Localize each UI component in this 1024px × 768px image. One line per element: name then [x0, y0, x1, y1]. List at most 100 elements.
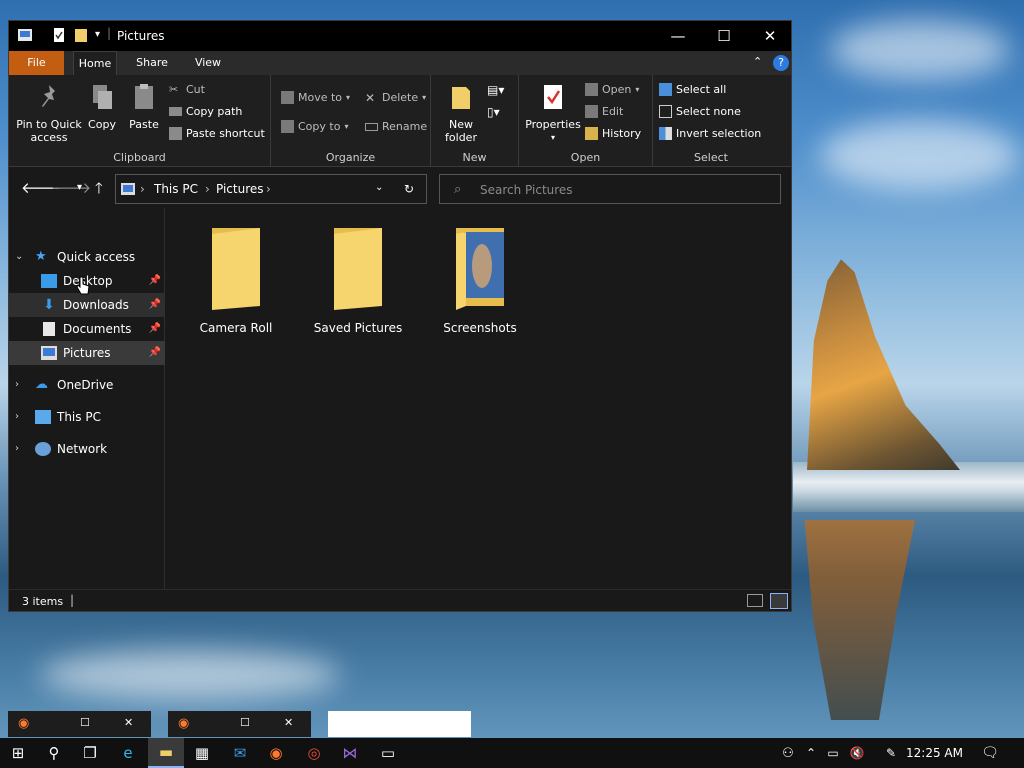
taskbar-preview-blank[interactable] [328, 711, 471, 737]
forward-arrow-icon[interactable]: 🡒 [51, 178, 91, 197]
delete-button[interactable]: ✕ Delete ▾ [365, 91, 426, 105]
pinned-icon: 📌 [148, 299, 161, 310]
properties-quick-icon[interactable] [51, 28, 67, 42]
file-explorer-icon[interactable]: ▬ [148, 738, 184, 768]
network-icon [35, 442, 51, 456]
details-view-icon[interactable] [747, 594, 763, 607]
history-button[interactable]: History [585, 127, 641, 140]
refresh-icon[interactable]: ↻ [404, 182, 414, 196]
search-box[interactable]: ⌕ Search Pictures [439, 174, 781, 204]
ribbon-tabs: File Home Share View ⌃ ? [9, 51, 791, 75]
taskbar-preview-firefox-2[interactable]: ◉ ☐ ✕ [168, 711, 311, 737]
scissors-icon: ✂ [169, 83, 179, 96]
maximize-button[interactable]: ☐ [701, 21, 747, 51]
select-none-icon [659, 105, 672, 118]
tab-home[interactable]: Home [73, 51, 117, 75]
show-hidden-icons-chevron-icon[interactable]: ⌃ [800, 738, 822, 768]
breadcrumb-this-pc[interactable]: This PC [154, 182, 198, 196]
expanded-chevron-icon: ⌄ [15, 251, 24, 262]
invert-selection-button[interactable]: Invert selection [659, 127, 761, 140]
firefox-icon[interactable]: ◉ [258, 738, 294, 768]
up-arrow-icon[interactable]: 🡑 [95, 178, 103, 203]
breadcrumb-pictures[interactable]: Pictures [216, 182, 264, 196]
folder-item[interactable]: Screenshots [425, 226, 535, 335]
edit-button[interactable]: Edit [585, 105, 623, 118]
copy-path-button[interactable]: Copy path [169, 105, 242, 118]
select-none-button[interactable]: Select none [659, 105, 741, 118]
volume-muted-icon[interactable]: 🔇 [846, 738, 868, 768]
open-button[interactable]: Open ▾ [585, 83, 639, 96]
nav-item-quick-access[interactable]: ⌄ ★ Quick access [9, 245, 165, 269]
copy-button[interactable]: Copy [85, 81, 119, 131]
select-all-button[interactable]: Select all [659, 83, 726, 96]
command-prompt-icon[interactable]: ▭ [370, 738, 406, 768]
paste-button[interactable]: Paste [125, 81, 163, 131]
paste-label: Paste [129, 118, 159, 131]
open-label: Open [602, 83, 632, 96]
taskbar: ⊞ ⚲ ❐ e ▬ ▦ ✉ ◉ ◎ ⋈ ▭ ⚇ ⌃ ▭ 🔇 ✎ 12:25 AM… [0, 738, 1024, 768]
search-icon[interactable]: ⚲ [36, 738, 72, 768]
nav-item-onedrive[interactable]: › ☁ OneDrive [9, 373, 165, 397]
nav-item-documents[interactable]: Documents 📌 [9, 317, 165, 341]
help-icon[interactable]: ? [773, 55, 789, 71]
minimize-button[interactable]: — [655, 21, 701, 51]
visual-studio-icon[interactable]: ⋈ [332, 738, 368, 768]
close-button[interactable]: ✕ [747, 21, 793, 51]
copy-icon [93, 85, 112, 109]
start-windows-icon[interactable]: ⊞ [0, 738, 36, 768]
preview-close-icon[interactable]: ✕ [124, 716, 133, 729]
new-item-icon[interactable]: ▤▾ [487, 83, 504, 97]
mail-icon[interactable]: ✉ [222, 738, 258, 768]
nav-item-this-pc[interactable]: › This PC [9, 405, 165, 429]
preview-maximize-icon[interactable]: ☐ [240, 716, 250, 729]
preview-close-icon[interactable]: ✕ [284, 716, 293, 729]
folder-item[interactable]: Saved Pictures [303, 226, 413, 335]
copy-path-icon [169, 107, 182, 116]
properties-button[interactable]: Properties ▾ [523, 81, 583, 144]
address-history-chevron-icon[interactable]: ⌄ [375, 182, 383, 193]
tab-file[interactable]: File [9, 51, 64, 75]
nav-item-downloads[interactable]: ⬇ Downloads 📌 [9, 293, 165, 317]
pin-to-quick-access-button[interactable]: Pin to Quick access [13, 81, 85, 144]
move-to-button[interactable]: Move to ▾ [281, 91, 350, 104]
network-tray-icon[interactable]: ▭ [822, 738, 844, 768]
collapse-ribbon-icon[interactable]: ⌃ [753, 55, 762, 68]
breadcrumb-separator: › [266, 182, 271, 196]
nav-item-pictures[interactable]: Pictures 📌 [9, 341, 165, 365]
chrome-icon[interactable]: ◎ [296, 738, 332, 768]
pen-workspace-icon[interactable]: ✎ [878, 738, 904, 768]
action-center-icon[interactable]: 🗨 [972, 738, 1008, 768]
download-arrow-icon: ⬇ [43, 297, 55, 313]
nav-label: Downloads [63, 298, 129, 312]
address-bar[interactable]: › This PC › Pictures › ⌄ ↻ [115, 174, 427, 204]
cut-button[interactable]: ✂ Cut [169, 83, 205, 96]
clock[interactable]: 12:25 AM [906, 746, 963, 760]
explorer-app-icon[interactable] [17, 28, 33, 42]
collapsed-chevron-icon: › [15, 443, 19, 454]
rename-button[interactable]: Rename [365, 120, 427, 133]
collapsed-chevron-icon: › [15, 379, 19, 390]
edge-browser-icon[interactable]: e [110, 738, 146, 768]
nav-item-network[interactable]: › Network [9, 437, 165, 461]
recent-locations-chevron-icon[interactable]: ▾ [77, 182, 82, 193]
taskbar-preview-firefox-1[interactable]: ◉ ☐ ✕ [8, 711, 151, 737]
large-icons-view-icon[interactable] [770, 593, 788, 609]
pinned-icon: 📌 [148, 347, 161, 358]
paste-shortcut-button[interactable]: Paste shortcut [169, 127, 265, 140]
easy-access-icon[interactable]: ▯▾ [487, 105, 500, 119]
title-bar[interactable]: ▾ | Pictures — ☐ ✕ [9, 21, 791, 51]
quick-access-toolbar-dropdown-icon[interactable]: ▾ [95, 29, 100, 40]
organize-group: Move to ▾ Copy to ▾ ✕ Delete ▾ Rename Organi… [271, 75, 431, 167]
copy-to-button[interactable]: Copy to ▾ [281, 120, 348, 133]
copy-to-label: Copy to [298, 120, 341, 133]
task-view-icon[interactable]: ❐ [72, 738, 108, 768]
folder-item[interactable]: Camera Roll [181, 226, 291, 335]
new-folder-button[interactable]: New folder [439, 81, 483, 144]
tab-share[interactable]: Share [131, 51, 173, 75]
preview-maximize-icon[interactable]: ☐ [80, 716, 90, 729]
cloud-icon: ☁ [35, 377, 48, 392]
microsoft-store-icon[interactable]: ▦ [184, 738, 220, 768]
new-folder-quick-icon[interactable] [73, 28, 89, 42]
copy-to-dropdown-icon: ▾ [344, 122, 349, 131]
tab-view[interactable]: View [187, 51, 229, 75]
